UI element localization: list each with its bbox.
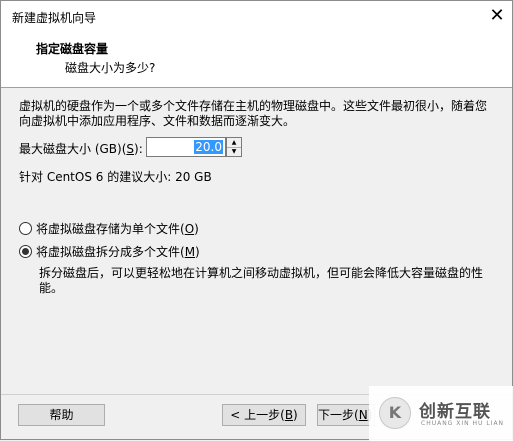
spin-down-icon[interactable]: ▼ [227,147,241,156]
help-button[interactable]: 帮助 [18,404,105,426]
watermark-logo-icon: K [379,397,411,429]
split-files-radio[interactable] [19,245,32,258]
back-button[interactable]: < 上一步(B) [222,404,306,426]
page-title: 指定磁盘容量 [36,42,109,56]
watermark-subtitle: CHUANG XIN HU LIAN [421,420,505,427]
page-subtitle: 磁盘大小为多少? [65,61,156,75]
description-line-1: 虚拟机的硬盘作为一个或多个文件存储在主机的物理磁盘中。这些文件最初很小，随着您 [19,99,488,113]
wizard-header: 指定磁盘容量 磁盘大小为多少? [1,31,512,88]
next-button[interactable]: 下一步(N) > [317,404,375,426]
split-disk-note: 拆分磁盘后，可以更轻松地在计算机之间移动虚拟机，但可能会降低大容量磁盘的性 能。 [39,266,499,296]
window-title: 新建虚拟机向导 [12,11,97,25]
disk-size-spinner[interactable]: ▲ ▼ [226,137,242,157]
split-note-line-1: 拆分磁盘后，可以更轻松地在计算机之间移动虚拟机，但可能会降低大容量磁盘的性 [39,266,484,280]
split-note-line-2: 能。 [39,281,64,295]
single-file-option[interactable]: 将虚拟磁盘存储为单个文件(O) [19,221,199,237]
close-icon[interactable]: ✕ [482,1,512,31]
title-bar: 新建虚拟机向导 ✕ [1,1,512,31]
max-disk-size-input[interactable]: 20.0 [146,137,226,157]
max-disk-size-label: 最大磁盘大小 (GB)(S): [19,142,143,156]
watermark-title: 创新互联 [419,402,491,422]
max-disk-size-value: 20.0 [194,140,223,154]
watermark: K 创新互联 CHUANG XIN HU LIAN [369,386,513,441]
single-file-radio[interactable] [19,222,32,235]
disk-description: 虚拟机的硬盘作为一个或多个文件存储在主机的物理磁盘中。这些文件最初很小，随着您 … [19,99,499,129]
wizard-window: 新建虚拟机向导 ✕ 指定磁盘容量 磁盘大小为多少? 虚拟机的硬盘作为一个或多个文… [0,0,513,441]
description-line-2: 向虚拟机中添加应用程序、文件和数据而逐渐变大。 [19,114,296,128]
recommended-size-text: 针对 CentOS 6 的建议大小: 20 GB [19,170,212,184]
split-files-option[interactable]: 将虚拟磁盘拆分成多个文件(M) [19,244,200,260]
